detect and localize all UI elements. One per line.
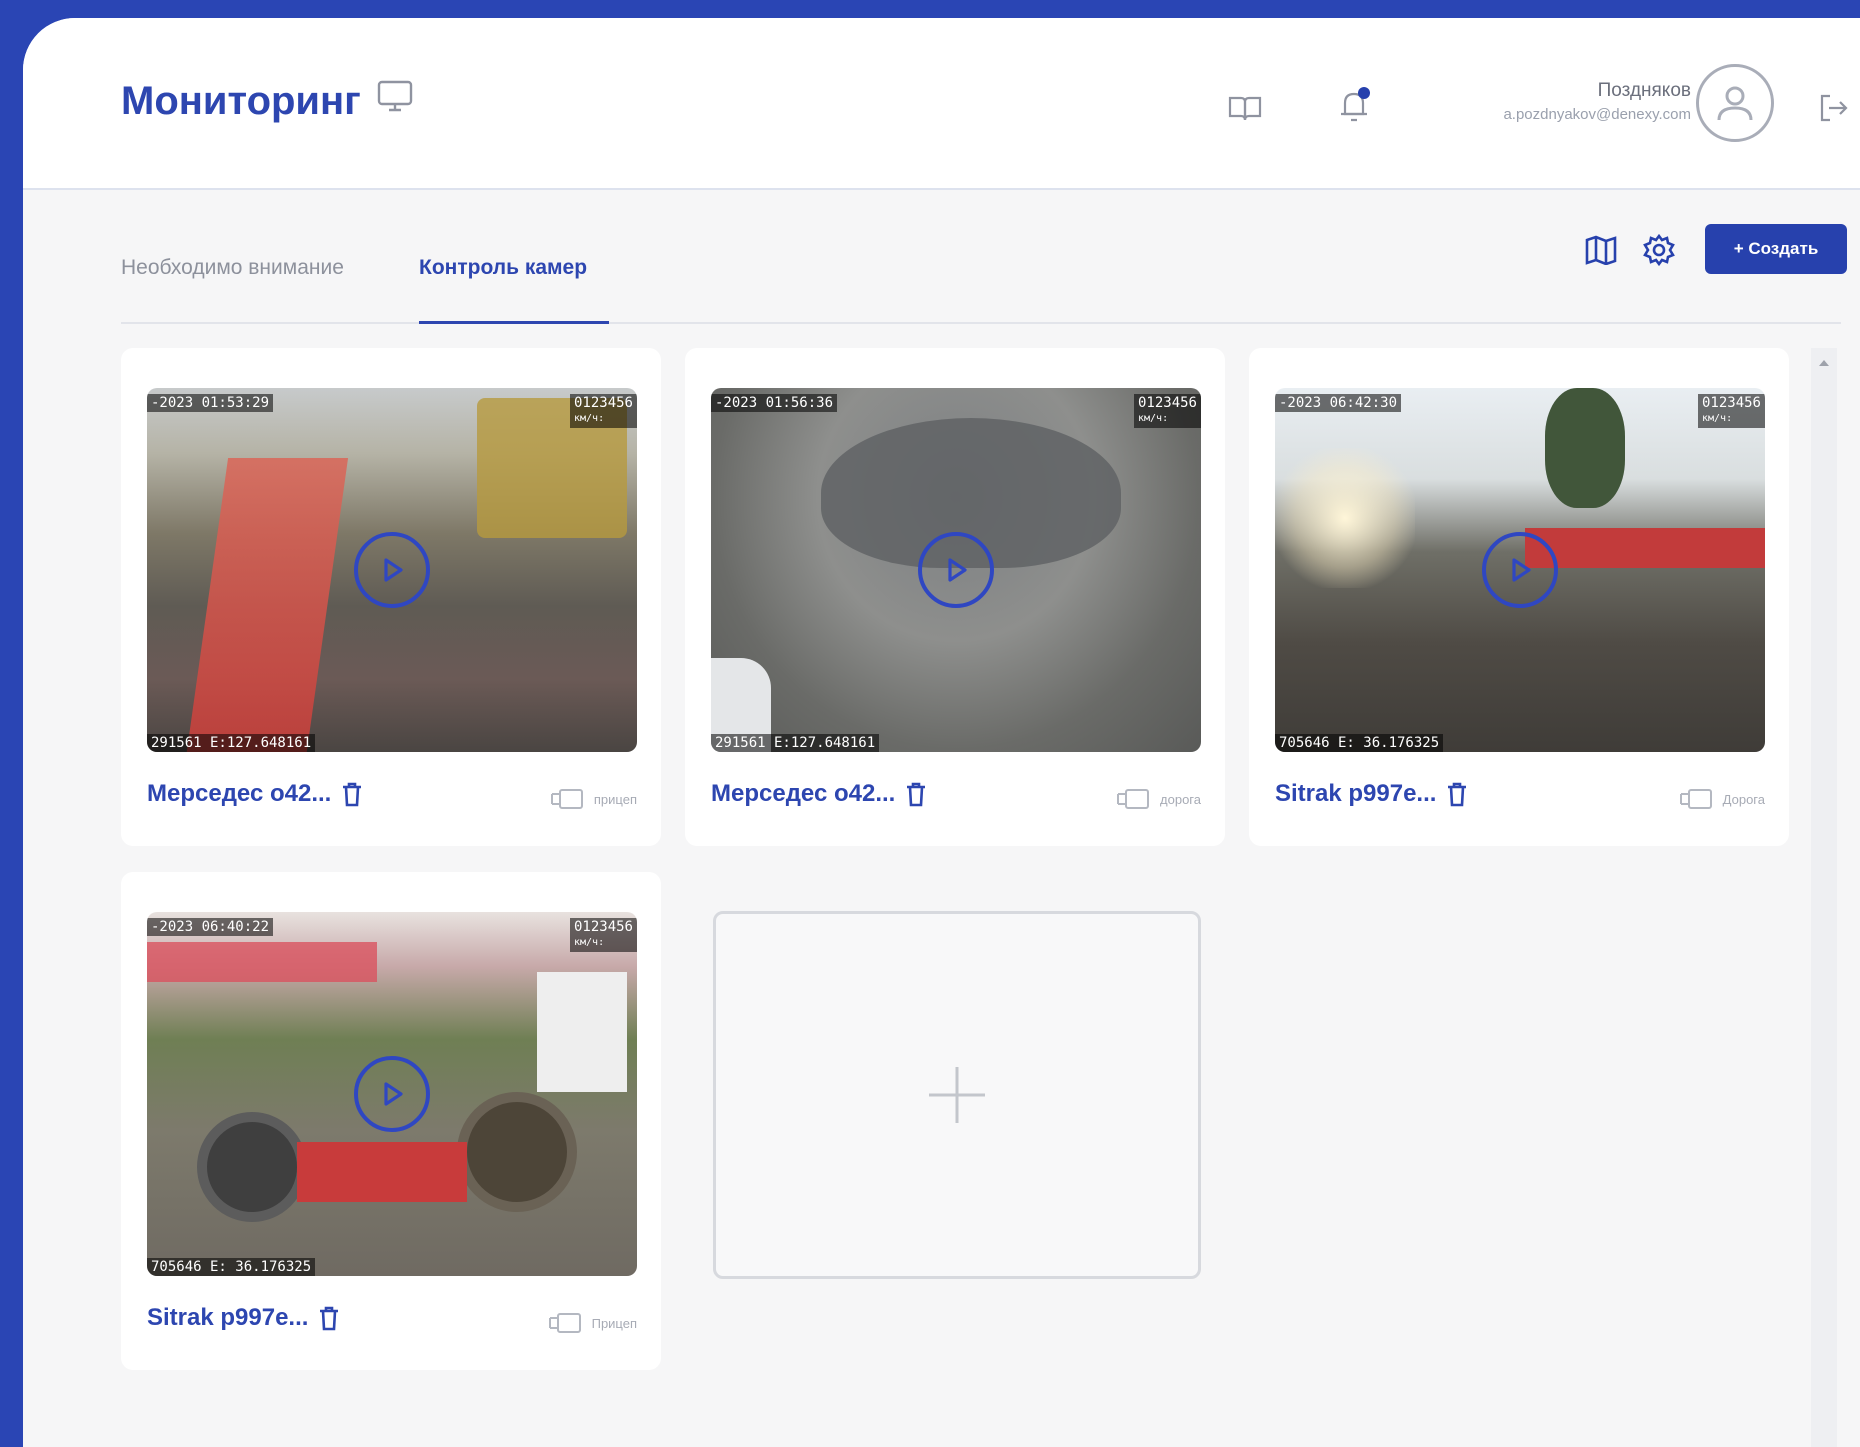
camera-tag: прицеп <box>550 788 637 810</box>
add-camera-button[interactable] <box>713 911 1201 1279</box>
camera-code-text: 0123456 <box>573 395 633 411</box>
plus-icon <box>929 1067 985 1123</box>
camera-title[interactable]: Sitrak р997е... <box>1275 780 1468 808</box>
trash-icon[interactable] <box>1446 781 1468 807</box>
tab-attention[interactable]: Необходимо внимание <box>121 256 344 280</box>
book-icon[interactable] <box>1223 86 1267 130</box>
scene-wheel-right <box>457 1092 577 1212</box>
play-icon <box>384 1082 403 1106</box>
page-title-text: Мониторинг <box>121 78 361 123</box>
camera-title[interactable]: Sitrak р997е... <box>147 1304 340 1332</box>
user-info[interactable]: Поздняков a.pozdnyakov@denexy.com <box>1503 80 1691 123</box>
play-icon <box>384 558 403 582</box>
scroll-up-arrow-icon[interactable] <box>1819 360 1829 366</box>
camera-code: 0123456 км/ч: <box>569 918 637 952</box>
camera-title[interactable]: Мерседес о42... <box>711 780 927 808</box>
map-icon[interactable] <box>1581 230 1621 270</box>
camera-speed: км/ч: <box>573 937 605 948</box>
scene-truck-cab <box>537 972 627 1092</box>
camera-timestamp: -2023 06:42:30 <box>1275 394 1402 412</box>
camera-card: -2023 06:42:30 0123456 км/ч: 705646 E: 36… <box>1249 348 1789 846</box>
camera-view-icon <box>1117 789 1150 809</box>
camera-tag-text: дорога <box>1160 791 1201 807</box>
user-name: Поздняков <box>1597 80 1691 101</box>
camera-thumbnail[interactable]: -2023 01:56:36 0123456 км/ч: 291561 E:127… <box>711 388 1201 752</box>
monitor-icon <box>375 76 415 126</box>
camera-speed: км/ч: <box>1701 413 1733 424</box>
play-icon <box>1512 558 1531 582</box>
camera-coords: 291561 E:127.648161 <box>711 734 880 752</box>
camera-code: 0123456 км/ч: <box>1133 394 1201 428</box>
camera-timestamp: -2023 01:56:36 <box>711 394 838 412</box>
camera-card: -2023 06:40:22 0123456 км/ч: 705646 E: 36… <box>121 872 661 1370</box>
camera-code-text: 0123456 <box>1701 395 1761 411</box>
camera-view-icon <box>548 1313 581 1333</box>
camera-speed: км/ч: <box>1137 413 1169 424</box>
camera-tag-text: Дорога <box>1722 791 1765 807</box>
camera-timestamp: -2023 06:40:22 <box>147 918 274 936</box>
play-button[interactable] <box>354 532 430 608</box>
create-button[interactable]: + Создать <box>1705 224 1847 274</box>
camera-speed: км/ч: <box>573 413 605 424</box>
camera-thumbnail[interactable]: -2023 06:40:22 0123456 км/ч: 705646 E: 36… <box>147 912 637 1276</box>
play-button[interactable] <box>918 532 994 608</box>
camera-tag: Прицеп <box>548 1312 637 1334</box>
scene-trailer <box>185 458 349 752</box>
trash-icon[interactable] <box>905 781 927 807</box>
trash-icon[interactable] <box>318 1305 340 1331</box>
trash-icon[interactable] <box>341 781 363 807</box>
camera-code-text: 0123456 <box>573 919 633 935</box>
camera-view-icon <box>550 789 583 809</box>
camera-thumbnail[interactable]: -2023 01:53:29 0123456 км/ч: 291561 E:127… <box>147 388 637 752</box>
camera-title-text: Sitrak р997е... <box>147 1304 309 1331</box>
scene-frame <box>297 1142 467 1202</box>
scene-building <box>147 942 377 982</box>
tab-camera-control[interactable]: Контроль камер <box>419 256 587 280</box>
camera-code: 0123456 км/ч: <box>1697 394 1765 428</box>
camera-title-text: Мерседес о42... <box>147 780 332 807</box>
logout-icon[interactable] <box>1813 86 1853 130</box>
settings-gear-icon[interactable] <box>1639 230 1679 270</box>
play-icon <box>948 558 967 582</box>
camera-tag: Дорога <box>1679 788 1765 810</box>
camera-title[interactable]: Мерседес о42... <box>147 780 363 808</box>
camera-title-text: Sitrak р997е... <box>1275 780 1437 807</box>
camera-view-icon <box>1679 789 1712 809</box>
bell-icon[interactable] <box>1331 80 1379 130</box>
camera-timestamp: -2023 01:53:29 <box>147 394 274 412</box>
active-tab-indicator <box>419 321 609 324</box>
scene-sun <box>1275 448 1415 588</box>
camera-tag-text: Прицеп <box>591 1315 637 1331</box>
play-button[interactable] <box>354 1056 430 1132</box>
top-bar: Мониторинг Поздняков a.pozdnyakov@denexy… <box>23 18 1860 190</box>
camera-tag: дорога <box>1116 788 1201 810</box>
camera-coords: 705646 E: 36.176325 <box>1275 734 1444 752</box>
play-button[interactable] <box>1482 532 1558 608</box>
camera-card: -2023 01:56:36 0123456 км/ч: 291561 E:127… <box>685 348 1225 846</box>
camera-code-text: 0123456 <box>1137 395 1197 411</box>
avatar[interactable] <box>1696 64 1774 142</box>
camera-coords: 291561 E:127.648161 <box>147 734 316 752</box>
camera-tag-text: прицеп <box>593 791 637 807</box>
user-icon <box>1717 86 1753 121</box>
app-window: Мониторинг Поздняков a.pozdnyakov@denexy… <box>23 18 1860 1447</box>
page-title: Мониторинг <box>121 76 415 126</box>
camera-card: -2023 01:53:29 0123456 км/ч: 291561 E:127… <box>121 348 661 846</box>
camera-title-text: Мерседес о42... <box>711 780 896 807</box>
scene-tree <box>1545 388 1625 508</box>
camera-coords: 705646 E: 36.176325 <box>147 1258 316 1276</box>
scene-wheel-left <box>197 1112 307 1222</box>
camera-code: 0123456 км/ч: <box>569 394 637 428</box>
camera-thumbnail[interactable]: -2023 06:42:30 0123456 км/ч: 705646 E: 36… <box>1275 388 1765 752</box>
user-email: a.pozdnyakov@denexy.com <box>1503 106 1691 123</box>
scene-truck <box>1525 528 1765 568</box>
scrollbar[interactable] <box>1811 348 1837 1447</box>
